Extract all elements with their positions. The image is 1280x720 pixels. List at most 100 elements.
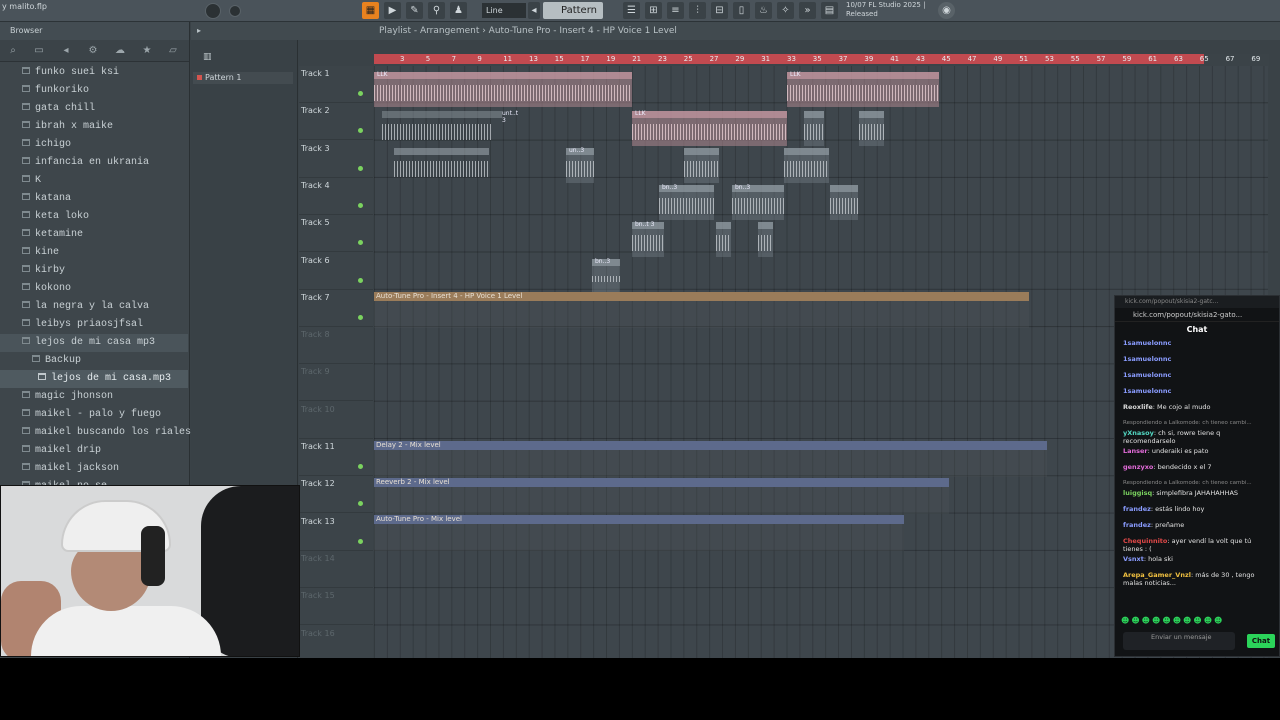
audio-clip[interactable] [784,148,829,183]
plugin-icon[interactable]: ⚙ [86,44,100,58]
pattern-select[interactable]: Pattern 1 [543,2,603,33]
pattern-item[interactable]: Pattern 1 [193,72,293,84]
automation-clip[interactable]: Reeverb 2 - Mix level [374,478,949,514]
chat-url[interactable]: kick.com/popout/skisia2-gato... [1115,308,1279,322]
notes-icon[interactable]: ▤ [821,2,838,19]
master-pitch-knob[interactable] [229,5,241,17]
chat-username[interactable]: Lanser [1123,447,1148,455]
automation-clip[interactable]: Auto-Tune Pro - Insert 4 - HP Voice 1 Le… [374,292,1029,328]
track-header[interactable]: Track 10 [299,402,373,439]
chat-tab[interactable]: Chat [1115,322,1279,338]
pattern-picker-icon[interactable]: ▥ [203,52,212,62]
track-header[interactable]: Track 8 [299,327,373,365]
browser-file[interactable]: lejos de mi casa.mp3 [0,370,188,388]
browser-folder[interactable]: maikel - palo y fuego [0,406,188,424]
track-header[interactable]: Track 7 [299,290,373,327]
browser-file[interactable]: Backup [0,352,188,370]
browser-folder[interactable]: ketamine [0,226,188,244]
browser-folder[interactable]: kine [0,244,188,262]
track-header[interactable]: Track 12 [299,476,373,514]
snap-mode-select[interactable]: Line [482,3,526,18]
track-header[interactable]: Track 1 [299,66,373,103]
track-mute-led[interactable] [358,501,363,507]
browser-folder[interactable]: gata chill [0,100,188,118]
playlist-icon[interactable]: ☰ [623,2,640,19]
automation-clip[interactable]: Auto-Tune Pro - Mix level [374,515,904,551]
file-icon[interactable]: ▯ [733,2,750,19]
audio-clip[interactable] [716,222,731,257]
mic-icon[interactable]: ♨ [755,2,772,19]
chat-username[interactable]: genzyxo [1123,463,1153,471]
audio-clip[interactable]: LLK [787,71,939,107]
track-mute-led[interactable] [358,464,363,469]
track-header[interactable]: Track 15 [299,588,373,626]
browser-folder[interactable]: maikel drip [0,442,188,460]
browser-folder[interactable]: lejos de mi casa mp3 [0,334,188,352]
browser-folder[interactable]: funko suei ksi [0,64,188,82]
chat-username[interactable]: 1samuelonnc [1123,355,1171,363]
browser-folder[interactable]: ichigo [0,136,188,154]
browser-folder[interactable]: ibrah x maike [0,118,188,136]
browser-folder[interactable]: kokono [0,280,188,298]
audio-clip[interactable] [758,222,773,257]
track-mute-led[interactable] [358,538,363,544]
audio-clip[interactable]: un..3 [566,147,594,183]
audio-clip[interactable] [830,185,858,220]
track-mute-led[interactable] [358,128,363,134]
audio-clip[interactable] [804,111,824,146]
account-icon[interactable]: ◉ [938,2,955,19]
chat-username[interactable]: luiggisq [1123,489,1152,497]
star-icon[interactable]: ★ [140,44,154,58]
prev-pattern-icon[interactable]: ◂ [528,2,540,19]
chat-username[interactable]: 1samuelonnc [1123,339,1171,347]
track-mute-led[interactable] [358,240,363,246]
browser-folder[interactable]: katana [0,190,188,208]
chat-send-button[interactable]: Chat [1247,634,1275,648]
automation-clip[interactable]: Delay 2 - Mix level [374,441,1047,477]
audio-clip[interactable]: LLK [632,110,787,146]
chat-username[interactable]: Reoxlife [1123,403,1153,411]
forward-icon[interactable]: » [799,2,816,19]
track-header[interactable]: Track 6 [299,253,373,290]
audio-clip[interactable]: LLK [374,71,632,107]
browser-folder[interactable]: maikel buscando los riales [0,424,191,442]
pencil-icon[interactable]: ✎ [406,2,423,19]
browser-folder[interactable]: K [0,172,188,190]
track-mute-led[interactable] [358,314,363,320]
chat-username[interactable]: Vsnxt [1123,555,1144,563]
pattern-song-toggle[interactable]: ▦ [362,2,379,19]
chat-username[interactable]: Chequinnito [1123,537,1167,545]
chat-username[interactable]: 1samuelonnc [1123,371,1171,379]
browser-folder[interactable]: funkoriko [0,82,188,100]
audio-clip[interactable] [859,111,884,146]
browser-folder[interactable]: kirby [0,262,188,280]
chat-username[interactable]: frandez [1123,505,1151,513]
audio-clip[interactable]: bn..3 [592,258,620,294]
chat-username[interactable]: 1samuelonnc [1123,387,1171,395]
mixer-icon[interactable]: ⫶ [689,2,706,19]
search-icon[interactable]: ⌕ [6,44,20,58]
track-mute-led[interactable] [358,202,363,208]
track-header[interactable]: Track 11 [299,439,373,476]
play-icon[interactable]: ▶ [384,2,401,19]
track-mute-led[interactable] [358,91,363,96]
track-mute-led[interactable] [358,165,363,171]
browser-folder[interactable]: magic jhonson [0,388,188,406]
audio-clip[interactable]: bn..3 [732,184,784,220]
chat-input[interactable]: Enviar un mensaje [1123,632,1235,650]
piano-roll-icon[interactable]: ⊞ [645,2,662,19]
tools-icon[interactable]: ✧ [777,2,794,19]
folder-open-icon[interactable]: ▱ [166,44,180,58]
emote-bar[interactable]: ☻☻☻☻☻☻☻☻☻☻ [1121,616,1271,626]
chat-username[interactable]: Arepa_Gamer_Vnzl [1123,571,1191,579]
track-header[interactable]: Track 9 [299,364,373,402]
cloud-icon[interactable]: ☁ [113,44,127,58]
track-header[interactable]: Track 14 [299,551,373,588]
audio-clip[interactable]: unt..t 3 [382,110,518,146]
track-header[interactable]: Track 3 [299,141,373,178]
audio-clip[interactable] [394,148,489,183]
track-mute-led[interactable] [358,277,363,283]
chat-username[interactable]: yXnasoy [1123,429,1154,437]
plugin-picker-icon[interactable]: ⊟ [711,2,728,19]
track-header[interactable]: Track 5 [299,215,373,253]
